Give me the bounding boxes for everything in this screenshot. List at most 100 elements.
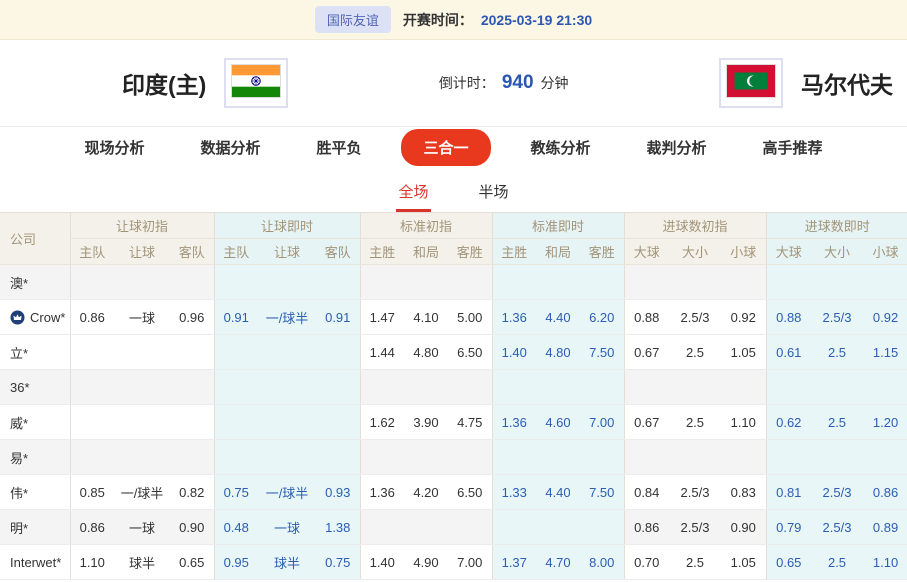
odds-cell[interactable]: 0.89 — [863, 510, 907, 545]
company-cell[interactable]: 澳* — [0, 265, 70, 300]
odds-cell[interactable]: 一球 — [114, 510, 170, 545]
odds-cell[interactable]: 1.15 — [863, 335, 907, 370]
odds-cell[interactable]: 0.83 — [721, 475, 766, 510]
scope-tab-2[interactable]: 半场 — [477, 181, 511, 212]
nav-tab-1[interactable]: 现场分析 — [68, 129, 160, 166]
odds-cell[interactable]: 0.91 — [316, 300, 360, 335]
odds-cell[interactable]: 7.00 — [448, 545, 492, 580]
odds-cell[interactable]: 1.36 — [360, 475, 404, 510]
odds-cell[interactable]: 0.86 — [70, 300, 114, 335]
odds-cell[interactable]: 2.5/3 — [811, 475, 863, 510]
company-cell[interactable]: 易* — [0, 440, 70, 475]
odds-cell[interactable]: 1.36 — [492, 300, 536, 335]
odds-cell[interactable]: 一/球半 — [114, 475, 170, 510]
odds-cell[interactable]: 0.61 — [766, 335, 811, 370]
odds-cell[interactable]: 1.36 — [492, 405, 536, 440]
odds-cell[interactable]: 0.86 — [70, 510, 114, 545]
odds-cell[interactable]: 1.10 — [70, 545, 114, 580]
odds-cell[interactable]: 球半 — [258, 545, 316, 580]
odds-cell[interactable]: 3.90 — [404, 405, 448, 440]
odds-cell[interactable]: 0.90 — [170, 510, 214, 545]
odds-cell[interactable]: 2.5/3 — [669, 475, 721, 510]
odds-cell[interactable]: 6.50 — [448, 475, 492, 510]
company-cell[interactable]: 明* — [0, 510, 70, 545]
company-cell[interactable]: 立* — [0, 335, 70, 370]
odds-cell[interactable]: 4.60 — [536, 405, 580, 440]
odds-cell[interactable]: 0.65 — [766, 545, 811, 580]
odds-cell[interactable]: 1.05 — [721, 545, 766, 580]
odds-cell[interactable]: 0.86 — [863, 475, 907, 510]
odds-cell[interactable]: 1.40 — [360, 545, 404, 580]
odds-cell[interactable]: 0.85 — [70, 475, 114, 510]
odds-cell[interactable]: 0.75 — [316, 545, 360, 580]
league-badge[interactable]: 国际友谊 — [315, 6, 391, 33]
odds-cell[interactable]: 7.50 — [580, 335, 624, 370]
odds-cell[interactable]: 2.5/3 — [811, 510, 863, 545]
odds-cell[interactable]: 1.20 — [863, 405, 907, 440]
odds-cell[interactable]: 4.20 — [404, 475, 448, 510]
odds-cell[interactable]: 6.50 — [448, 335, 492, 370]
odds-cell[interactable]: 2.5 — [811, 335, 863, 370]
odds-cell[interactable]: 0.65 — [170, 545, 214, 580]
odds-cell[interactable]: 0.79 — [766, 510, 811, 545]
company-cell[interactable]: 伟* — [0, 475, 70, 510]
odds-cell[interactable]: 4.40 — [536, 475, 580, 510]
nav-tab-3[interactable]: 胜平负 — [300, 129, 377, 166]
odds-cell[interactable]: 0.67 — [624, 335, 669, 370]
odds-cell[interactable]: 2.5/3 — [669, 300, 721, 335]
odds-cell[interactable]: 1.37 — [492, 545, 536, 580]
odds-cell[interactable]: 1.10 — [721, 405, 766, 440]
company-cell[interactable]: 威* — [0, 405, 70, 440]
nav-tab-6[interactable]: 裁判分析 — [631, 129, 723, 166]
odds-cell[interactable]: 1.33 — [492, 475, 536, 510]
odds-cell[interactable]: 0.92 — [863, 300, 907, 335]
odds-cell[interactable]: 7.50 — [580, 475, 624, 510]
odds-cell[interactable]: 4.80 — [404, 335, 448, 370]
odds-cell[interactable]: 一球 — [258, 510, 316, 545]
odds-cell[interactable]: 4.40 — [536, 300, 580, 335]
odds-cell[interactable]: 1.10 — [863, 545, 907, 580]
odds-cell[interactable]: 0.90 — [721, 510, 766, 545]
odds-cell[interactable]: 2.5 — [669, 335, 721, 370]
odds-cell[interactable]: 0.62 — [766, 405, 811, 440]
odds-cell[interactable]: 0.48 — [214, 510, 258, 545]
odds-cell[interactable]: 4.75 — [448, 405, 492, 440]
odds-cell[interactable]: 1.40 — [492, 335, 536, 370]
nav-tab-5[interactable]: 教练分析 — [515, 129, 607, 166]
odds-cell[interactable]: 0.92 — [721, 300, 766, 335]
odds-cell[interactable]: 一球 — [114, 300, 170, 335]
odds-cell[interactable]: 0.88 — [624, 300, 669, 335]
odds-cell[interactable]: 0.91 — [214, 300, 258, 335]
odds-cell[interactable]: 7.00 — [580, 405, 624, 440]
odds-cell[interactable]: 0.81 — [766, 475, 811, 510]
nav-tab-4[interactable]: 三合一 — [401, 129, 490, 166]
odds-cell[interactable]: 8.00 — [580, 545, 624, 580]
odds-cell[interactable]: 4.90 — [404, 545, 448, 580]
odds-cell[interactable]: 2.5 — [669, 545, 721, 580]
odds-cell[interactable]: 4.80 — [536, 335, 580, 370]
odds-cell[interactable]: 0.67 — [624, 405, 669, 440]
odds-cell[interactable]: 1.38 — [316, 510, 360, 545]
odds-cell[interactable]: 2.5/3 — [811, 300, 863, 335]
odds-cell[interactable]: 0.88 — [766, 300, 811, 335]
odds-cell[interactable]: 4.10 — [404, 300, 448, 335]
odds-cell[interactable]: 0.96 — [170, 300, 214, 335]
odds-cell[interactable]: 0.86 — [624, 510, 669, 545]
odds-cell[interactable]: 1.05 — [721, 335, 766, 370]
odds-cell[interactable]: 0.75 — [214, 475, 258, 510]
odds-cell[interactable]: 2.5 — [669, 405, 721, 440]
odds-cell[interactable]: 一/球半 — [258, 475, 316, 510]
odds-cell[interactable]: 4.70 — [536, 545, 580, 580]
nav-tab-7[interactable]: 高手推荐 — [747, 129, 839, 166]
odds-cell[interactable]: 1.62 — [360, 405, 404, 440]
odds-cell[interactable]: 0.70 — [624, 545, 669, 580]
odds-cell[interactable]: 2.5 — [811, 405, 863, 440]
scope-tab-1[interactable]: 全场 — [396, 181, 430, 212]
odds-cell[interactable]: 6.20 — [580, 300, 624, 335]
odds-cell[interactable]: 0.93 — [316, 475, 360, 510]
odds-cell[interactable]: 5.00 — [448, 300, 492, 335]
odds-cell[interactable]: 0.84 — [624, 475, 669, 510]
company-cell[interactable]: 36* — [0, 370, 70, 405]
nav-tab-2[interactable]: 数据分析 — [184, 129, 276, 166]
odds-cell[interactable]: 球半 — [114, 545, 170, 580]
